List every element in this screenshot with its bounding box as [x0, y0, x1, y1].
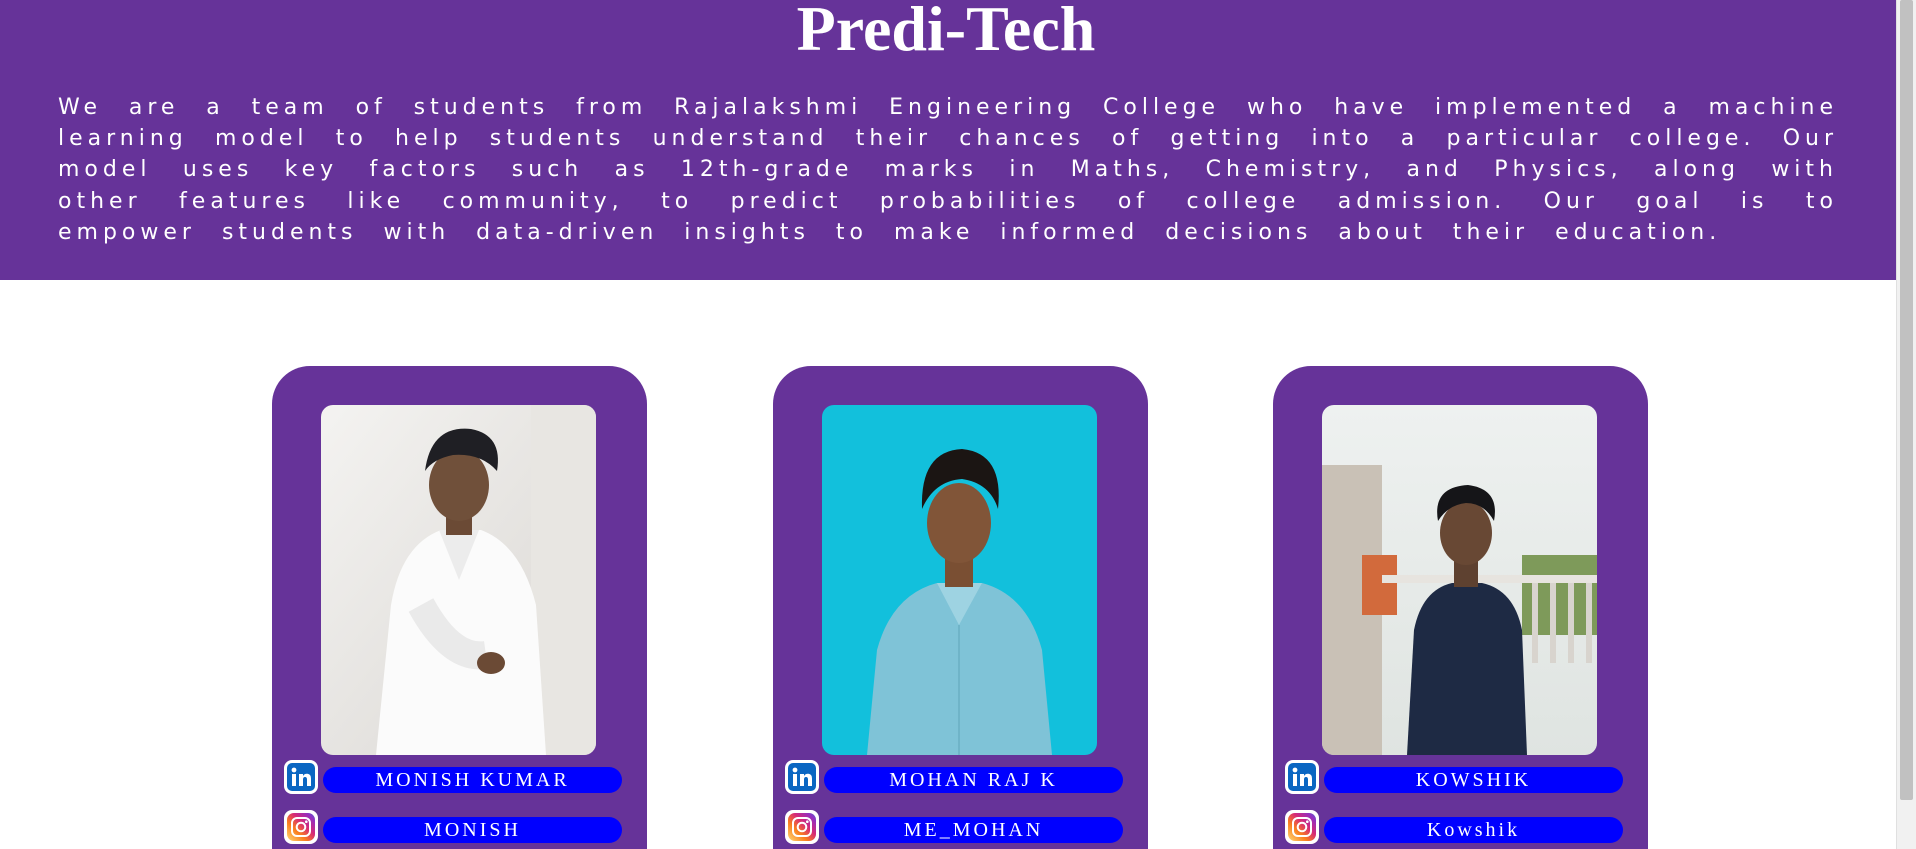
instagram-icon[interactable]: [1285, 810, 1319, 844]
site-title: Predi-Tech: [796, 0, 1096, 64]
instagram-row: Kowshik: [1285, 810, 1623, 844]
instagram-icon[interactable]: [284, 810, 318, 844]
linkedin-row: KOWSHIK: [1285, 760, 1623, 794]
member-photo: [822, 405, 1097, 755]
instagram-link[interactable]: Kowshik: [1324, 817, 1623, 843]
linkedin-icon[interactable]: [1285, 760, 1319, 794]
instagram-icon[interactable]: [785, 810, 819, 844]
instagram-row: MONISH: [284, 810, 622, 844]
member-photo: [1322, 405, 1597, 755]
instagram-link[interactable]: ME_MOHAN: [824, 817, 1123, 843]
linkedin-row: MONISH KUMAR: [284, 760, 622, 794]
team-card-3: KOWSHIK Kowshik: [1273, 366, 1648, 849]
page: Predi-Tech We are a team of students fro…: [0, 0, 1896, 849]
linkedin-icon[interactable]: [284, 760, 318, 794]
instagram-link[interactable]: MONISH: [323, 817, 622, 843]
instagram-row: ME_MOHAN: [785, 810, 1123, 844]
team-section: MONISH KUMAR MONISH MOHAN RAJ K ME_MOHAN…: [0, 366, 1896, 849]
linkedin-icon[interactable]: [785, 760, 819, 794]
linkedin-link[interactable]: MOHAN RAJ K: [824, 767, 1123, 793]
hero-banner: Predi-Tech We are a team of students fro…: [0, 0, 1896, 280]
about-description: We are a team of students from Rajalaksh…: [58, 95, 1838, 245]
vertical-scrollbar[interactable]: [1896, 0, 1916, 849]
linkedin-link[interactable]: MONISH KUMAR: [323, 767, 622, 793]
team-card-2: MOHAN RAJ K ME_MOHAN: [773, 366, 1148, 849]
team-card-1: MONISH KUMAR MONISH: [272, 366, 647, 849]
linkedin-row: MOHAN RAJ K: [785, 760, 1123, 794]
member-photo: [321, 405, 596, 755]
scrollbar-thumb[interactable]: [1900, 0, 1913, 800]
linkedin-link[interactable]: KOWSHIK: [1324, 767, 1623, 793]
